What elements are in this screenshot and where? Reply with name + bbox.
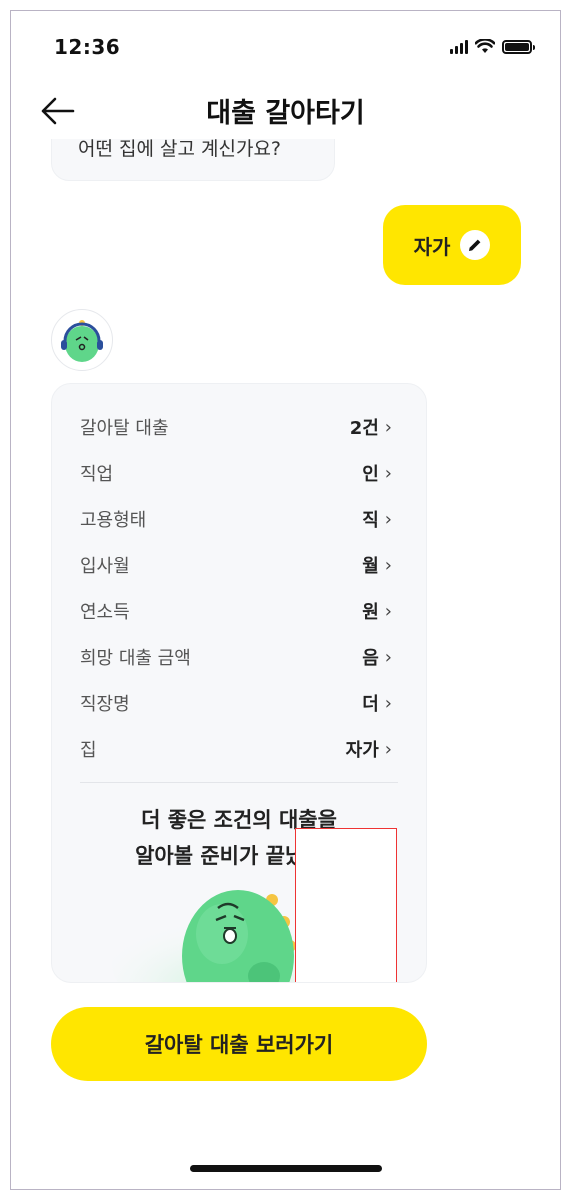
wifi-icon (475, 39, 495, 53)
row-value: 원 › (362, 600, 392, 624)
home-indicator (190, 1165, 382, 1172)
divider (80, 782, 398, 783)
status-icons (450, 39, 535, 54)
edit-button[interactable] (460, 230, 491, 260)
summary-row[interactable]: 고용형태 직 › (80, 504, 392, 534)
row-value: 월 › (362, 554, 392, 578)
row-label: 집 (80, 740, 97, 761)
summary-row[interactable]: 입사월 월 › (80, 550, 392, 580)
row-value: 직 › (362, 508, 392, 532)
summary-row[interactable]: 연소득 원 › (80, 596, 392, 626)
row-label: 입사월 (80, 556, 130, 577)
status-time: 12:36 (54, 35, 121, 59)
row-label: 직장명 (80, 694, 130, 715)
row-value: 음 › (362, 646, 392, 670)
summary-row[interactable]: 집 자가 › (80, 734, 392, 764)
chevron-right-icon: › (384, 600, 392, 622)
chevron-right-icon: › (384, 738, 392, 760)
bot-avatar (51, 309, 113, 371)
summary-row[interactable]: 직장명 더 › (80, 688, 392, 718)
chevron-right-icon: › (384, 508, 392, 530)
chevron-right-icon: › (384, 416, 392, 438)
chevron-right-icon: › (384, 462, 392, 484)
row-label: 직업 (80, 464, 114, 485)
page-title: 대출 갈아타기 (206, 98, 365, 129)
row-label: 갈아탈 대출 (80, 418, 169, 439)
summary-row[interactable]: 희망 대출 금액 음 › (80, 642, 392, 672)
row-label: 희망 대출 금액 (80, 648, 191, 669)
signal-icon (450, 39, 468, 54)
pencil-icon (469, 239, 481, 251)
summary-row[interactable]: 갈아탈 대출 2건 › (80, 412, 392, 442)
view-loans-button[interactable]: 갈아탈 대출 보러가기 (51, 1007, 427, 1081)
chevron-right-icon: › (384, 692, 392, 714)
row-label: 고용형태 (80, 510, 147, 531)
mascot-avatar-icon (61, 320, 103, 362)
summary-row[interactable]: 직업 인 › (80, 458, 392, 488)
chevron-right-icon: › (384, 554, 392, 576)
row-value: 자가 › (345, 738, 392, 762)
app-frame: 12:36 어떤 집에 살고 계신가요? 대출 갈아타기 자가 갈아탈 대출 2… (10, 10, 561, 1190)
row-value: 인 › (362, 462, 392, 486)
redaction-box (295, 828, 397, 982)
reply-text: 자가 (413, 234, 451, 259)
battery-icon (502, 39, 535, 54)
row-label: 연소득 (80, 602, 130, 623)
summary-card: 갈아탈 대출 2건 › 직업 인 › 고용형태 직 › 입사월 월 › 연소득 원 › 희… (51, 383, 427, 983)
row-value: 2건 › (349, 416, 392, 440)
row-value: 더 › (362, 692, 392, 716)
reply-bubble[interactable]: 자가 (383, 205, 521, 285)
chevron-right-icon: › (384, 646, 392, 668)
